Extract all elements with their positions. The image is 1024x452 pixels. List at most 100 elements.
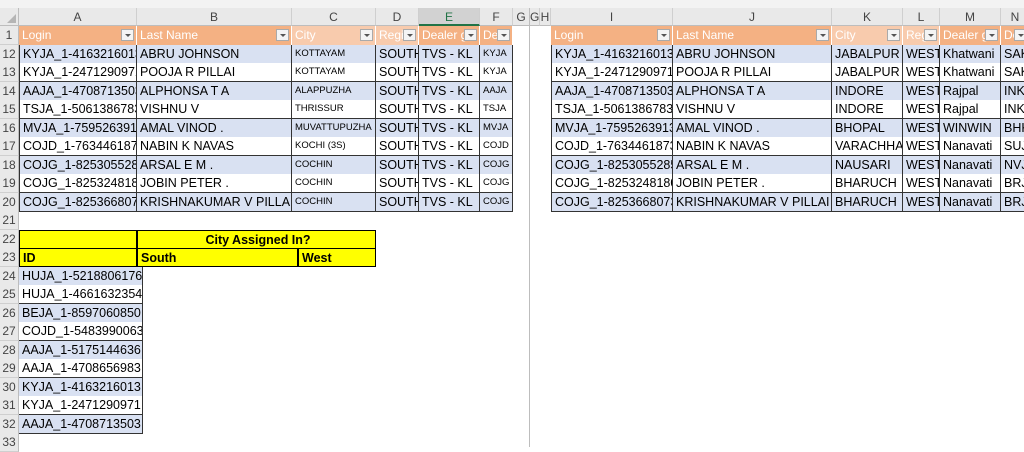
- column-header-I[interactable]: I: [551, 8, 673, 26]
- table-cell[interactable]: KYJA_1-4163216013: [551, 44, 673, 64]
- row-header[interactable]: 12: [0, 44, 19, 64]
- column-header-H[interactable]: H: [540, 8, 551, 26]
- column-header-K[interactable]: K: [832, 8, 903, 26]
- row-header[interactable]: 1: [0, 26, 19, 45]
- table-cell[interactable]: SOUTH: [376, 63, 419, 82]
- select-all-button[interactable]: [0, 8, 19, 26]
- table-cell[interactable]: Nanavati: [940, 174, 1001, 193]
- column-header-M[interactable]: M: [940, 8, 1001, 26]
- table-cell[interactable]: COJD_1-7634461873: [19, 137, 137, 156]
- column-header-B[interactable]: B: [137, 8, 292, 26]
- table-cell[interactable]: BHOPAL: [832, 118, 903, 138]
- table-cell[interactable]: SOUTH: [376, 81, 419, 101]
- table-cell[interactable]: AAJA_1-4708713503: [551, 81, 673, 101]
- table-cell[interactable]: NABIN K NAVAS: [137, 137, 292, 156]
- table-cell[interactable]: TVS - KL: [419, 192, 480, 212]
- lookup-id-cell[interactable]: AAJA_1-5175144636: [19, 340, 143, 360]
- table-cell[interactable]: BHARUCH: [832, 192, 903, 212]
- column-header-F[interactable]: F: [480, 8, 513, 26]
- column-header-C[interactable]: C: [292, 8, 376, 26]
- table-cell[interactable]: ALPHONSA T A: [673, 81, 832, 101]
- column-header-D[interactable]: D: [376, 8, 419, 26]
- table-cell[interactable]: VISHNU V: [137, 100, 292, 119]
- lookup-corner-cell[interactable]: [19, 229, 137, 249]
- row-header[interactable]: 24: [0, 266, 19, 286]
- table-header-login[interactable]: Login: [19, 26, 137, 45]
- column-header-N[interactable]: N: [1001, 8, 1024, 26]
- table-cell[interactable]: ABRU JOHNSON: [673, 44, 832, 64]
- table-header-city[interactable]: City: [832, 26, 903, 45]
- table-header-de[interactable]: De: [480, 26, 513, 45]
- filter-dropdown-icon[interactable]: [497, 29, 510, 41]
- table-cell[interactable]: COJG_1-8253055285: [19, 155, 137, 175]
- table-cell[interactable]: WEST: [903, 81, 940, 101]
- table-header-de[interactable]: De: [1001, 26, 1024, 45]
- table-header-last-name[interactable]: Last Name: [673, 26, 832, 45]
- table-cell[interactable]: WEST: [903, 192, 940, 212]
- table-cell[interactable]: SOUTH: [376, 100, 419, 119]
- lookup-id-cell[interactable]: KYJA_1-4163216013: [19, 377, 143, 397]
- table-cell[interactable]: WEST: [903, 137, 940, 156]
- table-cell[interactable]: SOUTH: [376, 155, 419, 175]
- table-cell[interactable]: KYJA_1-2471290971: [19, 63, 137, 82]
- row-header[interactable]: 14: [0, 81, 19, 101]
- table-cell[interactable]: AMAL VINOD .: [137, 118, 292, 138]
- row-header[interactable]: 20: [0, 192, 19, 212]
- filter-dropdown-icon[interactable]: [924, 29, 937, 41]
- row-header[interactable]: 28: [0, 340, 19, 360]
- column-header-G[interactable]: G: [530, 8, 540, 26]
- column-header-E[interactable]: E: [419, 8, 480, 26]
- table-cell[interactable]: TSJA_1-5061386783: [551, 100, 673, 119]
- lookup-id-header[interactable]: ID: [19, 248, 137, 267]
- table-cell[interactable]: COJG_1-8253248180: [551, 174, 673, 193]
- table-cell[interactable]: TVS - KL: [419, 155, 480, 175]
- table-cell[interactable]: VARACHHA: [832, 137, 903, 156]
- row-header[interactable]: 17: [0, 137, 19, 156]
- table-cell[interactable]: POOJA R PILLAI: [137, 63, 292, 82]
- row-header[interactable]: 21: [0, 211, 19, 230]
- table-cell[interactable]: KOCHI (3S): [292, 137, 376, 156]
- table-cell[interactable]: THRISSUR: [292, 100, 376, 119]
- lookup-id-cell[interactable]: BEJA_1-8597060850: [19, 303, 143, 323]
- column-header-L[interactable]: L: [903, 8, 940, 26]
- filter-dropdown-icon[interactable]: [657, 29, 670, 41]
- table-cell[interactable]: MVJA_1-7595263913: [551, 118, 673, 138]
- row-header[interactable]: 27: [0, 322, 19, 341]
- table-cell[interactable]: SOUTH: [376, 192, 419, 212]
- table-cell[interactable]: SAKA: [1001, 63, 1024, 82]
- table-cell[interactable]: BHKA: [1001, 118, 1024, 138]
- table-cell[interactable]: KYJA_1-2471290971: [551, 63, 673, 82]
- table-cell[interactable]: COJD_1-7634461873: [551, 137, 673, 156]
- table-cell[interactable]: ALPHONSA T A: [137, 81, 292, 101]
- table-cell[interactable]: JABALPUR: [832, 63, 903, 82]
- table-cell[interactable]: TVS - KL: [419, 44, 480, 64]
- filter-dropdown-icon[interactable]: [360, 29, 373, 41]
- row-header[interactable]: 16: [0, 118, 19, 138]
- table-cell[interactable]: BRJA: [1001, 174, 1024, 193]
- filter-dropdown-icon[interactable]: [121, 29, 134, 41]
- filter-dropdown-icon[interactable]: [1014, 29, 1024, 41]
- table-cell[interactable]: AAJA_1-4708713503: [19, 81, 137, 101]
- table-cell[interactable]: COCHIN: [292, 192, 376, 212]
- lookup-id-cell[interactable]: HUJA_1-5218806176: [19, 266, 143, 286]
- table-cell[interactable]: WEST: [903, 174, 940, 193]
- table-cell[interactable]: SOUTH: [376, 44, 419, 64]
- table-cell[interactable]: TVS - KL: [419, 174, 480, 193]
- table-cell[interactable]: TVS - KL: [419, 63, 480, 82]
- table-cell[interactable]: Nanavati: [940, 192, 1001, 212]
- table-header-reg[interactable]: Reg: [903, 26, 940, 45]
- table-cell[interactable]: ARSAL E M .: [673, 155, 832, 175]
- table-cell[interactable]: KOTTAYAM: [292, 44, 376, 64]
- table-cell[interactable]: COJG_1-8253055285: [551, 155, 673, 175]
- table-cell[interactable]: NABIN K NAVAS: [673, 137, 832, 156]
- table-cell[interactable]: COJG: [480, 155, 513, 175]
- table-cell[interactable]: KOTTAYAM: [292, 63, 376, 82]
- table-cell[interactable]: TVS - KL: [419, 100, 480, 119]
- table-cell[interactable]: COJG_1-8253668073: [551, 192, 673, 212]
- table-cell[interactable]: Khatwani: [940, 44, 1001, 64]
- table-cell[interactable]: WEST: [903, 118, 940, 138]
- row-header[interactable]: 26: [0, 303, 19, 323]
- table-header-city[interactable]: City: [292, 26, 376, 45]
- table-cell[interactable]: WEST: [903, 44, 940, 64]
- filter-dropdown-icon[interactable]: [464, 29, 477, 41]
